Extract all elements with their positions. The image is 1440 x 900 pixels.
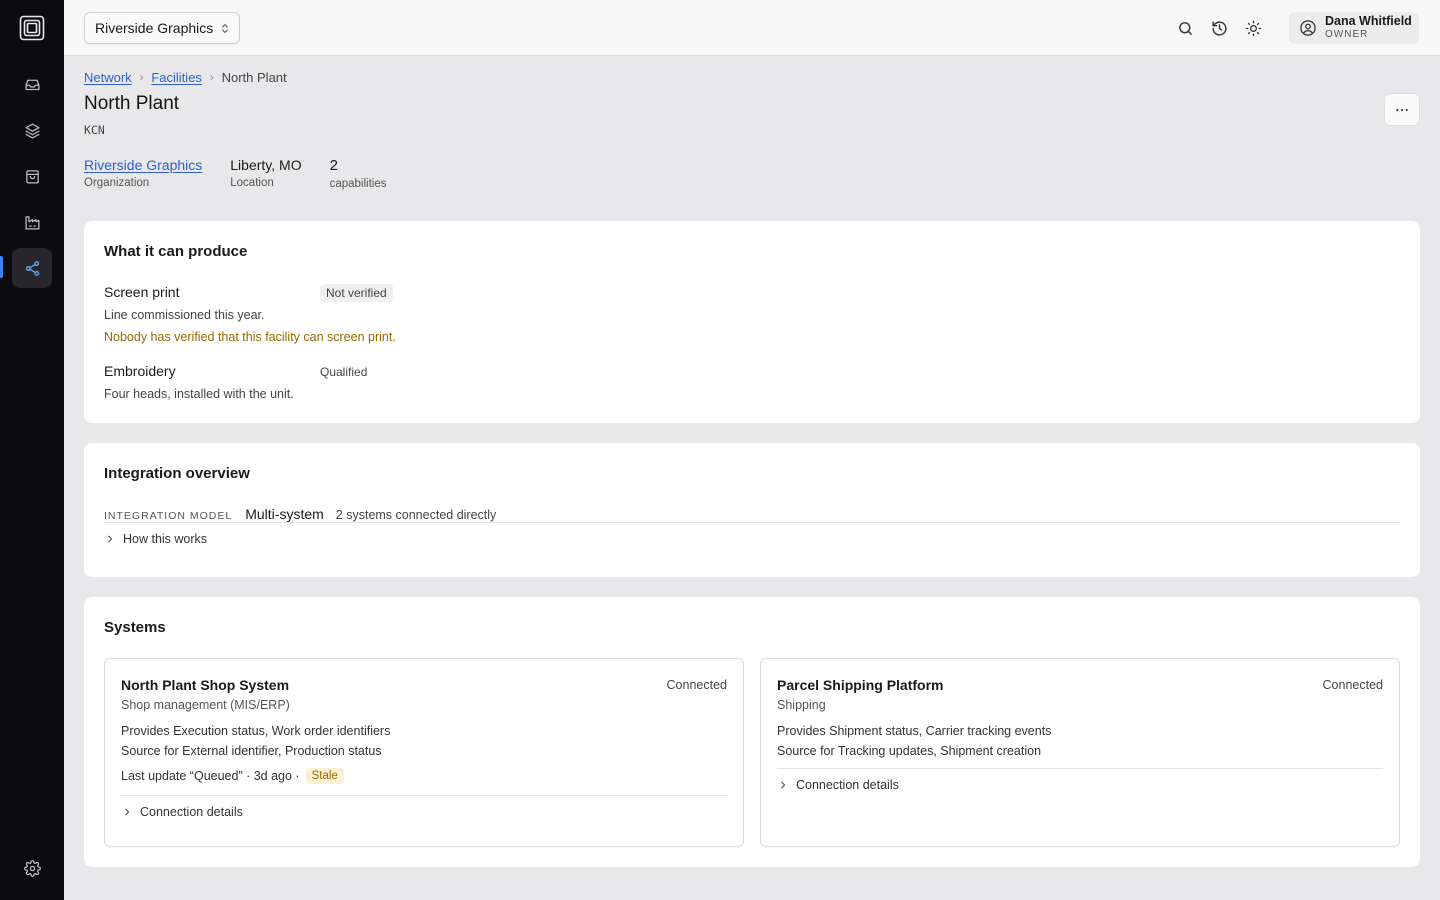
facility-code: KCN <box>84 123 105 137</box>
fact-capabilities: 2 capabilities <box>330 157 387 190</box>
fact-label: capabilities <box>329 178 387 190</box>
layers-icon <box>24 122 40 139</box>
chevron-right-icon: › <box>209 71 214 84</box>
active-indicator <box>0 256 3 278</box>
system-name: North Plant Shop System <box>121 677 290 693</box>
more-horizontal-icon <box>1396 108 1408 111</box>
connection-details-toggle[interactable]: Connection details <box>779 778 899 792</box>
last-update-text: Last update “Queued” · 3d ago · <box>121 769 300 783</box>
sidebar-item-facilities[interactable] <box>12 202 52 242</box>
system-status: Connected <box>666 678 727 692</box>
breadcrumb-link-network[interactable]: Network <box>84 70 132 85</box>
connection-details-label: Connection details <box>140 805 243 819</box>
system-source: Source for External identifier, Producti… <box>121 744 382 758</box>
location-value: Liberty, MO <box>230 157 302 173</box>
card-title: What it can produce <box>104 243 248 260</box>
history-icon <box>1211 20 1227 36</box>
system-provides: Provides Execution status, Work order id… <box>121 724 391 738</box>
chevron-right-icon <box>108 535 113 543</box>
capability-screen-print: Screen print Not verified Line commissio… <box>104 284 604 344</box>
sidebar-item-layers[interactable] <box>12 110 52 150</box>
divider <box>777 768 1383 769</box>
system-card-shop: North Plant Shop System Connected Shop m… <box>104 658 744 847</box>
search-icon <box>1178 21 1192 35</box>
inbox-icon <box>24 79 40 90</box>
sidebar-item-settings[interactable] <box>12 848 52 888</box>
topbar: Riverside Graphics Dana Whitfield OWNER <box>64 0 1440 56</box>
factory-icon <box>24 215 40 230</box>
integration-model-label: INTEGRATION MODEL <box>104 510 233 522</box>
facility-facts: Riverside Graphics Organization Liberty,… <box>84 157 386 190</box>
main-content: Network › Facilities › North Plant North… <box>64 56 1440 900</box>
fact-label: Organization <box>84 177 150 189</box>
system-status: Connected <box>1322 678 1383 692</box>
integration-model-row: INTEGRATION MODEL Multi-system 2 systems… <box>104 506 1400 523</box>
system-last-update: Last update “Queued” · 3d ago · Stale <box>121 768 344 784</box>
org-selector[interactable]: Riverside Graphics <box>84 12 240 44</box>
systems-card: Systems North Plant Shop System Connecte… <box>84 597 1420 867</box>
more-actions-button[interactable] <box>1384 93 1420 126</box>
card-title: Systems <box>104 619 166 636</box>
sidebar-item-inbox[interactable] <box>12 64 52 104</box>
sun-icon <box>1245 20 1261 36</box>
capability-warning: Nobody has verified that this facility c… <box>104 330 396 344</box>
shopping-bag-icon <box>25 169 39 184</box>
search-button[interactable] <box>1174 17 1196 39</box>
gear-icon <box>23 859 41 877</box>
capabilities-count: 2 <box>329 157 338 174</box>
system-source: Source for Tracking updates, Shipment cr… <box>777 744 1042 758</box>
organization-link[interactable]: Riverside Graphics <box>84 157 202 173</box>
status-badge: Not verified <box>320 284 393 302</box>
divider <box>121 795 727 796</box>
history-button[interactable] <box>1208 17 1230 39</box>
user-menu[interactable]: Dana Whitfield OWNER <box>1289 12 1419 44</box>
capability-embroidery: Embroidery Qualified Four heads, install… <box>104 363 604 401</box>
user-role: OWNER <box>1325 29 1369 40</box>
share-network-icon <box>25 260 39 276</box>
breadcrumb-current: North Plant <box>221 70 287 85</box>
theme-toggle-button[interactable] <box>1242 17 1264 39</box>
capability-desc: Line commissioned this year. <box>104 308 265 322</box>
connection-details-label: Connection details <box>796 778 899 792</box>
page-title: North Plant <box>84 93 180 114</box>
system-card-parcel: Parcel Shipping Platform Connected Shipp… <box>760 658 1400 847</box>
fact-location: Liberty, MO Location <box>230 157 301 190</box>
chevron-up-down-icon <box>221 23 229 34</box>
user-circle-icon <box>1300 20 1316 36</box>
org-selector-label: Riverside Graphics <box>95 20 214 36</box>
system-type: Shop management (MIS/ERP) <box>121 698 290 712</box>
produce-card: What it can produce Screen print Not ver… <box>84 221 1420 423</box>
chevron-right-icon <box>781 781 786 789</box>
fact-label: Location <box>230 177 274 189</box>
fact-organization: Riverside Graphics Organization <box>84 157 202 190</box>
integration-card: Integration overview INTEGRATION MODEL M… <box>84 443 1420 577</box>
sidebar <box>0 0 64 900</box>
integration-model-value: Multi-system <box>245 506 324 522</box>
app-logo-icon[interactable] <box>19 15 45 41</box>
system-name: Parcel Shipping Platform <box>777 677 944 693</box>
capability-desc: Four heads, installed with the unit. <box>104 387 294 401</box>
system-provides: Provides Shipment status, Carrier tracki… <box>777 724 1052 738</box>
user-name: Dana Whitfield <box>1325 14 1412 28</box>
breadcrumb-link-facilities[interactable]: Facilities <box>151 70 202 85</box>
status-text: Qualified <box>320 365 368 379</box>
chevron-right-icon: › <box>139 71 144 84</box>
system-type: Shipping <box>777 698 826 712</box>
how-this-works-toggle[interactable]: How this works <box>106 532 207 546</box>
breadcrumb: Network › Facilities › North Plant <box>84 70 287 85</box>
how-this-works-label: How this works <box>123 532 208 546</box>
stale-badge: Stale <box>305 768 344 784</box>
card-title: Integration overview <box>104 465 250 482</box>
connection-details-toggle[interactable]: Connection details <box>123 805 243 819</box>
integration-model-desc: 2 systems connected directly <box>335 508 497 522</box>
sidebar-item-orders[interactable] <box>12 156 52 196</box>
chevron-right-icon <box>125 808 130 816</box>
sidebar-item-network[interactable] <box>12 248 52 288</box>
